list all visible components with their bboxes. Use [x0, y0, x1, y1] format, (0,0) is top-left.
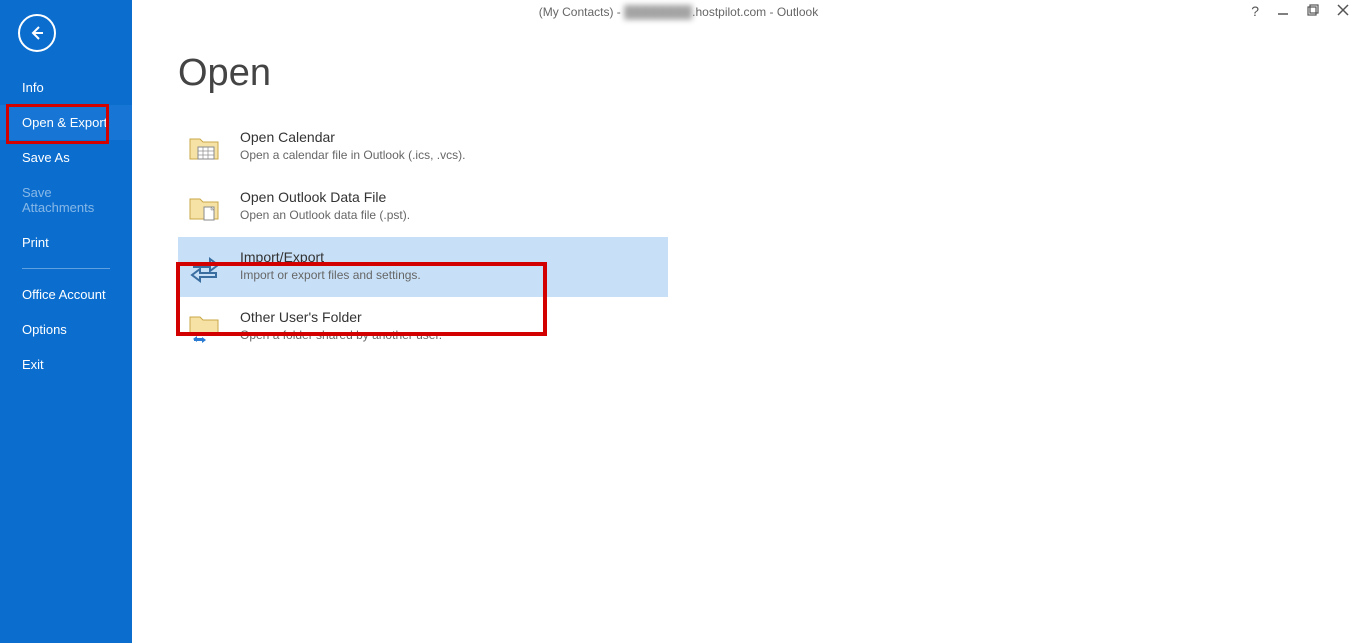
nav-label: Office Account	[22, 287, 106, 302]
nav-label: Exit	[22, 357, 44, 372]
nav-separator	[22, 268, 110, 269]
calendar-folder-icon	[188, 131, 222, 165]
data-file-folder-icon	[188, 191, 222, 225]
option-text: Import/Export Import or export files and…	[240, 249, 421, 282]
title-suffix: .hostpilot.com - Outlook	[692, 5, 818, 19]
backstage-sidebar: Info Open & Export Save As Save Attachme…	[0, 0, 132, 643]
option-text: Open Outlook Data File Open an Outlook d…	[240, 189, 410, 222]
minimize-icon[interactable]	[1277, 4, 1289, 18]
nav-label: Open & Export	[22, 115, 107, 130]
nav-label: Save Attachments	[22, 185, 94, 215]
window-title: (My Contacts) - ████████.hostpilot.com -…	[0, 5, 1357, 19]
page-title: Open	[178, 52, 1357, 95]
option-text: Other User's Folder Open a folder shared…	[240, 309, 442, 342]
option-other-users-folder[interactable]: Other User's Folder Open a folder shared…	[178, 297, 668, 357]
title-bar: (My Contacts) - ████████.hostpilot.com -…	[0, 0, 1357, 24]
option-title: Open Calendar	[240, 129, 465, 145]
option-desc: Open an Outlook data file (.pst).	[240, 208, 410, 222]
option-import-export[interactable]: Import/Export Import or export files and…	[178, 237, 668, 297]
nav-office-account[interactable]: Office Account	[0, 277, 132, 312]
option-title: Other User's Folder	[240, 309, 442, 325]
title-obscured: ████████	[624, 5, 692, 19]
nav-print[interactable]: Print	[0, 225, 132, 260]
nav-label: Options	[22, 322, 67, 337]
window-controls: ?	[1251, 4, 1349, 18]
restore-icon[interactable]	[1307, 4, 1319, 18]
option-text: Open Calendar Open a calendar file in Ou…	[240, 129, 465, 162]
option-desc: Open a calendar file in Outlook (.ics, .…	[240, 148, 465, 162]
shared-folder-icon	[188, 311, 222, 345]
option-title: Open Outlook Data File	[240, 189, 410, 205]
option-desc: Open a folder shared by another user.	[240, 328, 442, 342]
nav-save-attachments: Save Attachments	[0, 175, 132, 225]
nav-open-export[interactable]: Open & Export	[0, 105, 132, 140]
option-desc: Import or export files and settings.	[240, 268, 421, 282]
help-icon[interactable]: ?	[1251, 4, 1259, 18]
import-export-icon	[188, 251, 222, 285]
nav-label: Save As	[22, 150, 70, 165]
nav-info[interactable]: Info	[0, 70, 132, 105]
nav-options[interactable]: Options	[0, 312, 132, 347]
nav-label: Info	[22, 80, 44, 95]
option-open-data-file[interactable]: Open Outlook Data File Open an Outlook d…	[178, 177, 668, 237]
main-content: Open Open Calendar Open a calendar file …	[132, 0, 1357, 643]
nav-exit[interactable]: Exit	[0, 347, 132, 382]
option-list: Open Calendar Open a calendar file in Ou…	[178, 117, 1357, 357]
nav-label: Print	[22, 235, 49, 250]
nav-save-as[interactable]: Save As	[0, 140, 132, 175]
option-title: Import/Export	[240, 249, 421, 265]
close-icon[interactable]	[1337, 4, 1349, 18]
option-open-calendar[interactable]: Open Calendar Open a calendar file in Ou…	[178, 117, 668, 177]
title-prefix: (My Contacts) -	[539, 5, 624, 19]
